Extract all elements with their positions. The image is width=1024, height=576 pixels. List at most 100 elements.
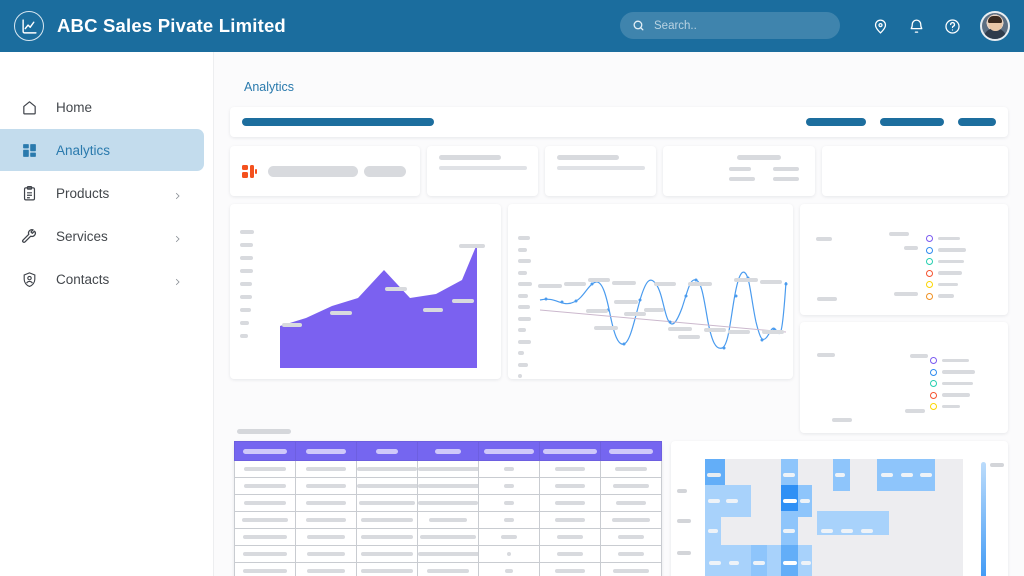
- heatmap-row-label: [677, 551, 691, 555]
- legend-pointer: [904, 246, 918, 250]
- heatmap-cell-label: [783, 561, 797, 565]
- search-icon: [632, 19, 645, 32]
- heatmap-cell-label: [783, 473, 795, 477]
- sidebar-item-services[interactable]: Services: [0, 215, 204, 257]
- sidebar-item-label: Home: [56, 99, 93, 115]
- donut-chart-top[interactable]: [800, 204, 1008, 315]
- heatmap-cell-label: [841, 529, 853, 533]
- toolbar-action-3[interactable]: [958, 118, 996, 126]
- sidebar-item-home[interactable]: Home: [0, 86, 204, 128]
- data-label: [613, 300, 638, 304]
- y-axis-ticks: [517, 236, 532, 378]
- heatmap-cell-label: [726, 499, 738, 503]
- kpi-card-3[interactable]: [545, 146, 656, 196]
- search-box[interactable]: [620, 12, 840, 39]
- sidebar: Home Analytics Products Services Contact…: [0, 52, 214, 576]
- table-row[interactable]: [234, 528, 662, 546]
- notification-bell-icon[interactable]: [908, 18, 925, 35]
- heatmap-cell-label: [881, 473, 893, 477]
- sidebar-item-label: Services: [56, 228, 108, 244]
- heatmap-cell-label: [901, 473, 913, 477]
- heatmap-colorbar[interactable]: [981, 462, 986, 576]
- heatmap-cell-label: [707, 473, 721, 477]
- table-row[interactable]: [234, 545, 662, 563]
- data-label: [687, 282, 712, 286]
- data-label: [733, 278, 758, 282]
- wrench-icon: [21, 228, 43, 245]
- user-avatar[interactable]: [980, 11, 1010, 41]
- revenue-area-chart[interactable]: [230, 204, 501, 379]
- data-label: [537, 284, 562, 288]
- table-column-header[interactable]: [478, 441, 540, 461]
- dashboard-grid-icon: [21, 142, 43, 159]
- data-label: [330, 311, 352, 315]
- toolbar-action-2[interactable]: [880, 118, 944, 126]
- heatmap-grid: [705, 459, 963, 576]
- oscillation-line-chart[interactable]: [507, 204, 793, 379]
- sidebar-item-analytics[interactable]: Analytics: [0, 129, 204, 171]
- heatmap-row-label: [677, 489, 687, 493]
- table-row[interactable]: [234, 460, 662, 478]
- brand[interactable]: ABC Sales Pivate Limited: [0, 11, 286, 41]
- data-label: [459, 244, 485, 248]
- table-column-header[interactable]: [600, 441, 662, 461]
- sidebar-item-contacts[interactable]: Contacts: [0, 258, 204, 300]
- location-pin-icon[interactable]: [872, 18, 889, 35]
- heatmap-cell-label: [821, 529, 833, 533]
- app-title: ABC Sales Pivate Limited: [57, 15, 286, 36]
- kpi-placeholder-bars: [557, 155, 645, 170]
- data-table[interactable]: [234, 441, 662, 576]
- chart-row: [230, 204, 1008, 433]
- clipboard-icon: [21, 185, 43, 202]
- table-header-row: [234, 441, 662, 461]
- kpi-card-2[interactable]: [427, 146, 538, 196]
- data-label: [727, 330, 750, 334]
- main-content: Analytics: [214, 52, 1024, 576]
- line-chart-icon: [14, 11, 44, 41]
- table-body: [234, 460, 662, 576]
- table-column-header[interactable]: [356, 441, 418, 461]
- data-label: [587, 278, 610, 282]
- kpi-card-1[interactable]: [230, 146, 420, 196]
- heatmap-cell-label: [801, 561, 811, 565]
- toolbar-title-placeholder: [242, 118, 434, 126]
- heatmap-cell-label: [920, 473, 932, 477]
- breadcrumb[interactable]: Analytics: [230, 80, 1008, 94]
- data-label: [667, 327, 692, 331]
- table-row[interactable]: [234, 477, 662, 495]
- search-input[interactable]: [654, 19, 824, 32]
- slice-label: [894, 292, 918, 296]
- table-column-header[interactable]: [539, 441, 601, 461]
- table-column-header[interactable]: [417, 441, 479, 461]
- kpi-placeholder-bars: [439, 155, 527, 170]
- data-label: [759, 280, 782, 284]
- chevron-right-icon: [173, 188, 182, 206]
- table-column-header[interactable]: [295, 441, 357, 461]
- table-column-header[interactable]: [234, 441, 296, 461]
- chevron-right-icon: [173, 231, 182, 249]
- dashboard-app: ABC Sales Pivate Limited Search.. Home A…: [0, 0, 1024, 576]
- table-grid: [234, 441, 662, 576]
- table-row[interactable]: [234, 511, 662, 529]
- donut-chart-column: [800, 204, 1008, 433]
- area-plot: [280, 244, 477, 368]
- table-row[interactable]: [234, 494, 662, 512]
- table-row[interactable]: [234, 562, 662, 576]
- data-label: [282, 323, 302, 327]
- header-icon-group: [872, 0, 1010, 52]
- sidebar-item-products[interactable]: Products: [0, 172, 204, 214]
- help-circle-icon[interactable]: [944, 18, 961, 35]
- data-label: [585, 309, 608, 313]
- kpi-card-5[interactable]: [822, 146, 1008, 196]
- toolbar-action-1[interactable]: [806, 118, 866, 126]
- slice-label: [889, 232, 909, 236]
- donut-chart-bottom[interactable]: [800, 322, 1008, 433]
- data-label: [653, 282, 676, 286]
- activity-heatmap[interactable]: [671, 441, 1008, 576]
- data-label: [593, 326, 618, 330]
- top-header-bar: ABC Sales Pivate Limited: [0, 0, 1024, 52]
- sidebar-item-label: Analytics: [56, 142, 111, 158]
- heatmap-cell-label: [708, 529, 718, 533]
- chevron-right-icon: [173, 274, 182, 292]
- kpi-card-4[interactable]: [663, 146, 815, 196]
